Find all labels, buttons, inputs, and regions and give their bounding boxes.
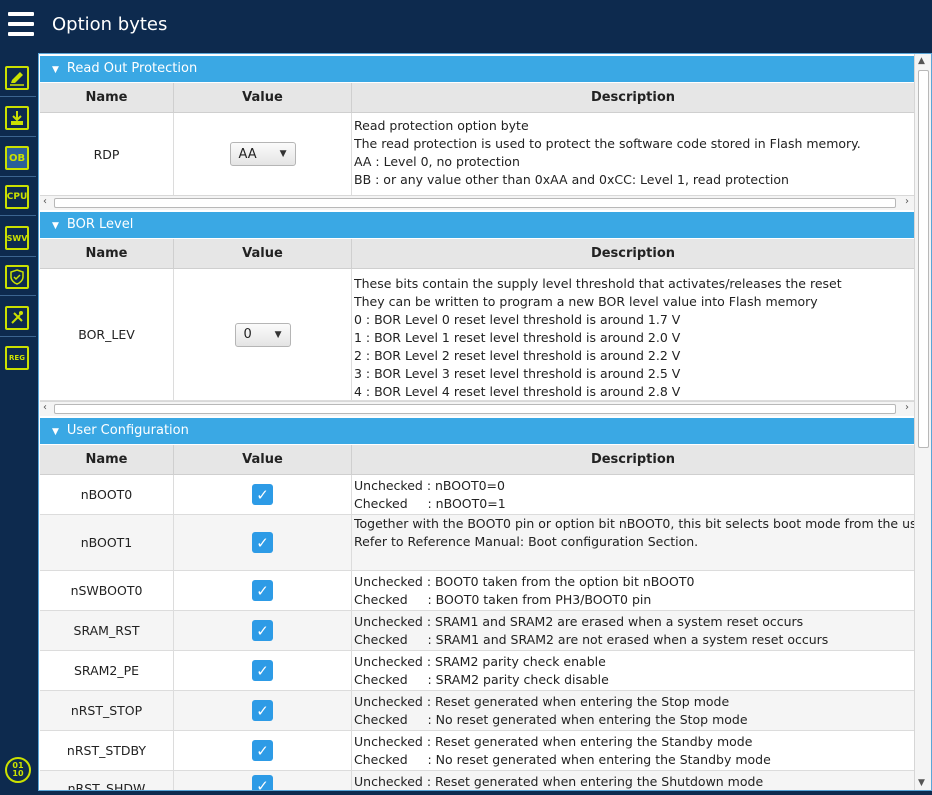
section-read-out-protection[interactable]: ▼ Read Out Protection (40, 56, 914, 82)
nboot0-checkbox[interactable]: ✓ (252, 484, 273, 505)
scroll-thumb[interactable] (918, 70, 929, 448)
table-row: nRST_SHDW ✓ Unchecked : Reset generated … (40, 771, 914, 790)
sidebar: OB CPU SWV REG 01 10 (0, 52, 38, 795)
table-row: SRAM2_PE ✓ Unchecked : SRAM2 parity chec… (40, 651, 914, 691)
collapse-icon[interactable]: ▼ (52, 427, 59, 437)
top-bar: Option bytes (0, 0, 932, 52)
edit-icon[interactable] (5, 66, 29, 90)
table-row: nRST_STOP ✓ Unchecked : Reset generated … (40, 691, 914, 731)
column-description: Description (590, 246, 676, 261)
scroll-right-icon[interactable]: › (905, 402, 909, 413)
rdp-select[interactable]: AA ▼ (229, 142, 296, 166)
vertical-scrollbar[interactable]: ▲ ▼ (914, 54, 931, 790)
option-description: Read protection option byte The read pro… (354, 118, 861, 187)
section-user-configuration[interactable]: ▼ User Configuration (40, 418, 914, 444)
sram-rst-checkbox[interactable]: ✓ (252, 620, 273, 641)
table-row-bor-lev: BOR_LEV 0 ▼ These bits contain the supply… (40, 269, 914, 401)
table-row: nRST_STDBY ✓ Unchecked : Reset generated… (40, 731, 914, 771)
nrst-shdw-checkbox[interactable]: ✓ (252, 775, 273, 790)
sram2-pe-checkbox[interactable]: ✓ (252, 660, 273, 681)
column-name: Name (40, 239, 174, 268)
collapse-icon[interactable]: ▼ (52, 65, 59, 75)
chevron-down-icon: ▼ (279, 149, 287, 159)
binary-icon[interactable]: 01 10 (5, 757, 31, 783)
column-name: Name (40, 445, 174, 474)
registers-icon[interactable]: REG (5, 346, 29, 370)
option-name: RDP (40, 113, 174, 195)
swv-icon[interactable]: SWV (5, 226, 29, 250)
shield-icon[interactable] (5, 265, 29, 289)
table-row: nSWBOOT0 ✓ Unchecked : BOOT0 taken from … (40, 571, 914, 611)
scroll-right-icon[interactable]: › (905, 196, 909, 207)
column-name: Name (40, 83, 174, 112)
nrst-stop-checkbox[interactable]: ✓ (252, 700, 273, 721)
table-row: nBOOT0 ✓ Unchecked : nBOOT0=0 Checked : … (40, 475, 914, 515)
scroll-down-icon[interactable]: ▼ (918, 778, 925, 788)
option-bytes-icon[interactable]: OB (5, 146, 29, 170)
column-value: Value (174, 83, 352, 112)
table-row-rdp: RDP AA ▼ Read protection option byte The … (40, 113, 914, 196)
scroll-left-icon[interactable]: ‹ (43, 196, 47, 207)
table-header: Name Value Description (40, 445, 914, 475)
nrst-stdby-checkbox[interactable]: ✓ (252, 740, 273, 761)
table-row: SRAM_RST ✓ Unchecked : SRAM1 and SRAM2 a… (40, 611, 914, 651)
table-header: Name Value Description (40, 83, 914, 113)
download-icon[interactable] (5, 106, 29, 130)
cpu-icon[interactable]: CPU (5, 185, 29, 209)
nboot1-checkbox[interactable]: ✓ (252, 532, 273, 553)
column-description: Description (590, 452, 676, 467)
horizontal-scrollbar[interactable]: ‹ › (40, 195, 914, 210)
option-description: These bits contain the supply level thre… (354, 276, 842, 399)
horizontal-scrollbar[interactable]: ‹ › (40, 401, 914, 416)
table-row: nBOOT1 ✓ Together with the BOOT0 pin or … (40, 515, 914, 571)
table-header: Name Value Description (40, 239, 914, 269)
column-value: Value (174, 445, 352, 474)
collapse-icon[interactable]: ▼ (52, 221, 59, 231)
nswboot0-checkbox[interactable]: ✓ (252, 580, 273, 601)
erase-icon[interactable] (5, 306, 29, 330)
option-bytes-panel: ▲ ▼ ▼ Read Out Protection Name Value Desc… (38, 53, 932, 791)
column-value: Value (174, 239, 352, 268)
page-title: Option bytes (52, 14, 168, 35)
scroll-up-icon[interactable]: ▲ (918, 56, 925, 66)
menu-icon[interactable] (8, 12, 34, 36)
option-name: BOR_LEV (40, 269, 174, 400)
section-bor-level[interactable]: ▼ BOR Level (40, 212, 914, 238)
bor-level-select[interactable]: 0 ▼ (234, 322, 291, 347)
column-description: Description (590, 90, 676, 105)
scroll-left-icon[interactable]: ‹ (43, 402, 47, 413)
chevron-down-icon: ▼ (274, 329, 282, 340)
